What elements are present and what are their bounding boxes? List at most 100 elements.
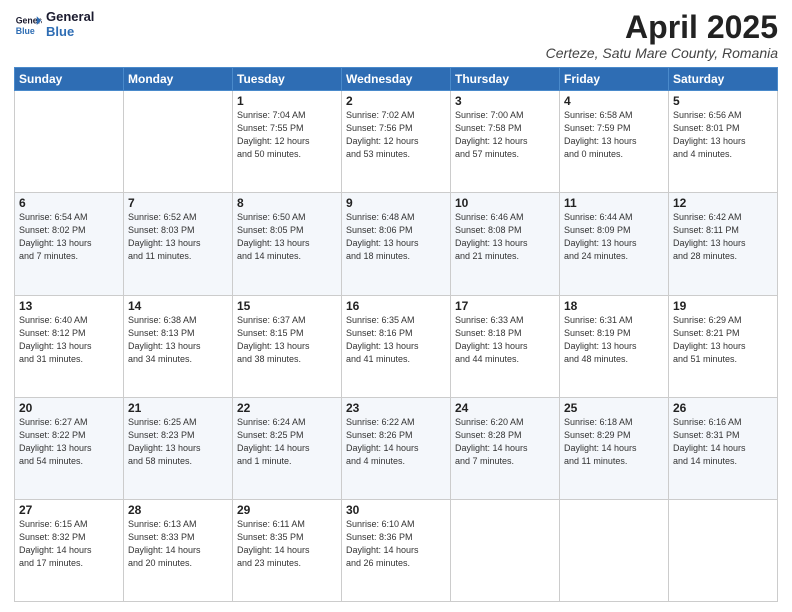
calendar-cell [669, 499, 778, 601]
day-number: 27 [19, 503, 119, 517]
day-info: Sunrise: 6:48 AM Sunset: 8:06 PM Dayligh… [346, 211, 446, 263]
day-info: Sunrise: 6:29 AM Sunset: 8:21 PM Dayligh… [673, 314, 773, 366]
calendar-cell: 13Sunrise: 6:40 AM Sunset: 8:12 PM Dayli… [15, 295, 124, 397]
weekday-header-wednesday: Wednesday [342, 68, 451, 91]
day-info: Sunrise: 6:33 AM Sunset: 8:18 PM Dayligh… [455, 314, 555, 366]
calendar-cell: 19Sunrise: 6:29 AM Sunset: 8:21 PM Dayli… [669, 295, 778, 397]
day-number: 21 [128, 401, 228, 415]
week-row-3: 13Sunrise: 6:40 AM Sunset: 8:12 PM Dayli… [15, 295, 778, 397]
calendar-cell [451, 499, 560, 601]
day-number: 6 [19, 196, 119, 210]
day-info: Sunrise: 6:27 AM Sunset: 8:22 PM Dayligh… [19, 416, 119, 468]
calendar-cell: 6Sunrise: 6:54 AM Sunset: 8:02 PM Daylig… [15, 193, 124, 295]
header: General Blue General Blue April 2025 Cer… [14, 10, 778, 61]
day-number: 16 [346, 299, 446, 313]
title-block: April 2025 Certeze, Satu Mare County, Ro… [546, 10, 778, 61]
weekday-header-sunday: Sunday [15, 68, 124, 91]
calendar-cell: 3Sunrise: 7:00 AM Sunset: 7:58 PM Daylig… [451, 91, 560, 193]
weekday-header-saturday: Saturday [669, 68, 778, 91]
day-info: Sunrise: 6:50 AM Sunset: 8:05 PM Dayligh… [237, 211, 337, 263]
day-number: 8 [237, 196, 337, 210]
calendar-cell: 21Sunrise: 6:25 AM Sunset: 8:23 PM Dayli… [124, 397, 233, 499]
calendar-cell: 11Sunrise: 6:44 AM Sunset: 8:09 PM Dayli… [560, 193, 669, 295]
day-number: 29 [237, 503, 337, 517]
calendar-cell: 2Sunrise: 7:02 AM Sunset: 7:56 PM Daylig… [342, 91, 451, 193]
week-row-1: 1Sunrise: 7:04 AM Sunset: 7:55 PM Daylig… [15, 91, 778, 193]
day-info: Sunrise: 6:52 AM Sunset: 8:03 PM Dayligh… [128, 211, 228, 263]
calendar-cell: 29Sunrise: 6:11 AM Sunset: 8:35 PM Dayli… [233, 499, 342, 601]
page: General Blue General Blue April 2025 Cer… [0, 0, 792, 612]
week-row-2: 6Sunrise: 6:54 AM Sunset: 8:02 PM Daylig… [15, 193, 778, 295]
calendar-body: 1Sunrise: 7:04 AM Sunset: 7:55 PM Daylig… [15, 91, 778, 602]
day-info: Sunrise: 6:15 AM Sunset: 8:32 PM Dayligh… [19, 518, 119, 570]
day-number: 28 [128, 503, 228, 517]
day-number: 4 [564, 94, 664, 108]
day-number: 13 [19, 299, 119, 313]
day-number: 11 [564, 196, 664, 210]
week-row-5: 27Sunrise: 6:15 AM Sunset: 8:32 PM Dayli… [15, 499, 778, 601]
day-number: 25 [564, 401, 664, 415]
logo: General Blue General Blue [14, 10, 94, 40]
calendar-cell: 22Sunrise: 6:24 AM Sunset: 8:25 PM Dayli… [233, 397, 342, 499]
day-info: Sunrise: 6:40 AM Sunset: 8:12 PM Dayligh… [19, 314, 119, 366]
day-info: Sunrise: 6:46 AM Sunset: 8:08 PM Dayligh… [455, 211, 555, 263]
logo-line2: Blue [46, 25, 94, 40]
day-number: 5 [673, 94, 773, 108]
calendar-cell [124, 91, 233, 193]
day-info: Sunrise: 6:20 AM Sunset: 8:28 PM Dayligh… [455, 416, 555, 468]
day-number: 12 [673, 196, 773, 210]
weekday-header-tuesday: Tuesday [233, 68, 342, 91]
day-info: Sunrise: 6:54 AM Sunset: 8:02 PM Dayligh… [19, 211, 119, 263]
calendar-cell: 14Sunrise: 6:38 AM Sunset: 8:13 PM Dayli… [124, 295, 233, 397]
day-info: Sunrise: 6:56 AM Sunset: 8:01 PM Dayligh… [673, 109, 773, 161]
day-number: 10 [455, 196, 555, 210]
day-info: Sunrise: 6:38 AM Sunset: 8:13 PM Dayligh… [128, 314, 228, 366]
day-number: 1 [237, 94, 337, 108]
day-info: Sunrise: 6:58 AM Sunset: 7:59 PM Dayligh… [564, 109, 664, 161]
week-row-4: 20Sunrise: 6:27 AM Sunset: 8:22 PM Dayli… [15, 397, 778, 499]
calendar-cell: 20Sunrise: 6:27 AM Sunset: 8:22 PM Dayli… [15, 397, 124, 499]
day-number: 9 [346, 196, 446, 210]
calendar-cell: 23Sunrise: 6:22 AM Sunset: 8:26 PM Dayli… [342, 397, 451, 499]
day-info: Sunrise: 7:02 AM Sunset: 7:56 PM Dayligh… [346, 109, 446, 161]
day-number: 17 [455, 299, 555, 313]
day-number: 23 [346, 401, 446, 415]
weekday-header-thursday: Thursday [451, 68, 560, 91]
main-title: April 2025 [546, 10, 778, 45]
svg-text:Blue: Blue [16, 26, 35, 36]
day-info: Sunrise: 6:16 AM Sunset: 8:31 PM Dayligh… [673, 416, 773, 468]
calendar-cell: 28Sunrise: 6:13 AM Sunset: 8:33 PM Dayli… [124, 499, 233, 601]
calendar-cell: 16Sunrise: 6:35 AM Sunset: 8:16 PM Dayli… [342, 295, 451, 397]
calendar-cell: 1Sunrise: 7:04 AM Sunset: 7:55 PM Daylig… [233, 91, 342, 193]
day-number: 26 [673, 401, 773, 415]
day-number: 14 [128, 299, 228, 313]
day-number: 22 [237, 401, 337, 415]
weekday-header-row: SundayMondayTuesdayWednesdayThursdayFrid… [15, 68, 778, 91]
day-info: Sunrise: 6:24 AM Sunset: 8:25 PM Dayligh… [237, 416, 337, 468]
calendar-cell: 10Sunrise: 6:46 AM Sunset: 8:08 PM Dayli… [451, 193, 560, 295]
calendar-cell: 7Sunrise: 6:52 AM Sunset: 8:03 PM Daylig… [124, 193, 233, 295]
calendar-cell: 12Sunrise: 6:42 AM Sunset: 8:11 PM Dayli… [669, 193, 778, 295]
calendar-cell [15, 91, 124, 193]
subtitle: Certeze, Satu Mare County, Romania [546, 45, 778, 61]
calendar-cell [560, 499, 669, 601]
day-info: Sunrise: 7:00 AM Sunset: 7:58 PM Dayligh… [455, 109, 555, 161]
logo-line1: General [46, 10, 94, 25]
day-info: Sunrise: 6:10 AM Sunset: 8:36 PM Dayligh… [346, 518, 446, 570]
day-number: 3 [455, 94, 555, 108]
day-number: 24 [455, 401, 555, 415]
day-info: Sunrise: 6:44 AM Sunset: 8:09 PM Dayligh… [564, 211, 664, 263]
day-info: Sunrise: 6:18 AM Sunset: 8:29 PM Dayligh… [564, 416, 664, 468]
calendar-cell: 15Sunrise: 6:37 AM Sunset: 8:15 PM Dayli… [233, 295, 342, 397]
calendar-cell: 24Sunrise: 6:20 AM Sunset: 8:28 PM Dayli… [451, 397, 560, 499]
weekday-header-friday: Friday [560, 68, 669, 91]
day-number: 15 [237, 299, 337, 313]
day-number: 18 [564, 299, 664, 313]
logo-icon: General Blue [14, 11, 42, 39]
calendar-cell: 5Sunrise: 6:56 AM Sunset: 8:01 PM Daylig… [669, 91, 778, 193]
calendar-cell: 17Sunrise: 6:33 AM Sunset: 8:18 PM Dayli… [451, 295, 560, 397]
calendar-cell: 26Sunrise: 6:16 AM Sunset: 8:31 PM Dayli… [669, 397, 778, 499]
day-number: 30 [346, 503, 446, 517]
calendar-table: SundayMondayTuesdayWednesdayThursdayFrid… [14, 67, 778, 602]
calendar-cell: 25Sunrise: 6:18 AM Sunset: 8:29 PM Dayli… [560, 397, 669, 499]
